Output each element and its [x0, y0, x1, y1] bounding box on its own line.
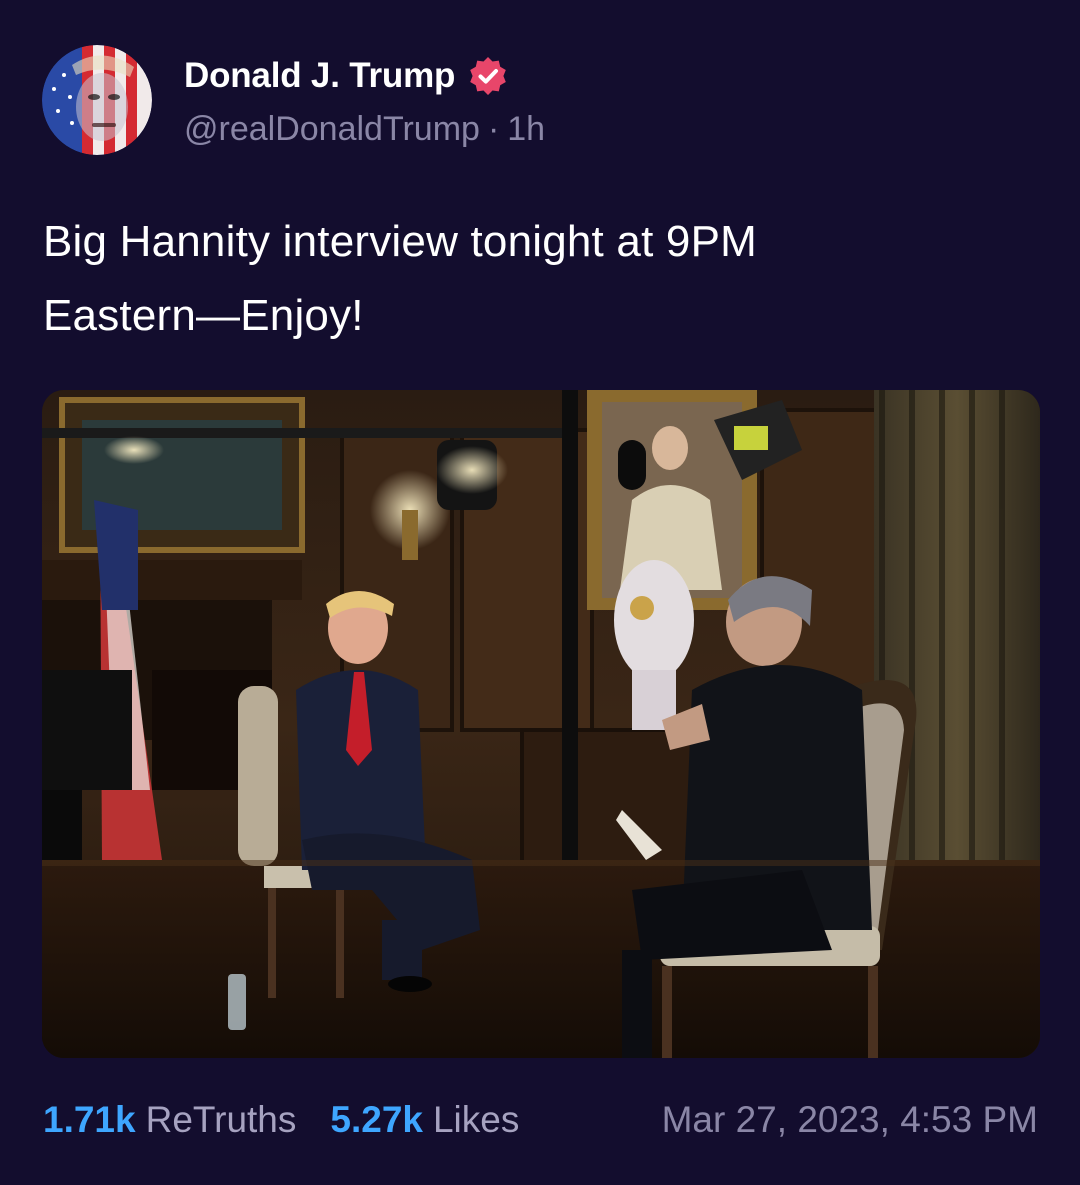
flag-portrait-avatar-icon	[42, 45, 152, 155]
likes-stat[interactable]: 5.27k Likes	[330, 1099, 519, 1141]
retruths-label: ReTruths	[145, 1099, 297, 1140]
truth-post: Donald J. Trump @realDonaldTrump · 1h Bi…	[0, 0, 1080, 1185]
post-text-line-1: Big Hannity interview tonight at 9PM	[43, 217, 757, 266]
post-photo[interactable]	[42, 390, 1040, 1058]
engagement-stats: 1.71k ReTruths 5.27k Likes	[43, 1094, 519, 1146]
verified-badge-icon	[470, 57, 507, 95]
interview-photo-image	[42, 390, 1040, 1058]
post-text-line-2: Eastern—Enjoy!	[43, 291, 364, 340]
author-avatar[interactable]	[42, 45, 152, 155]
retruths-count: 1.71k	[43, 1099, 136, 1140]
retruths-stat[interactable]: 1.71k ReTruths	[43, 1099, 296, 1141]
meta-separator: ·	[487, 110, 500, 148]
author-handle[interactable]: @realDonaldTrump	[184, 110, 480, 149]
likes-label: Likes	[432, 1099, 520, 1140]
author-name-row: Donald J. Trump	[184, 52, 509, 100]
relative-time[interactable]: 1h	[507, 110, 545, 149]
author-display-name[interactable]: Donald J. Trump	[184, 56, 455, 96]
post-timestamp: Mar 27, 2023, 4:53 PM	[661, 1099, 1038, 1140]
likes-count: 5.27k	[330, 1099, 423, 1140]
post-text: Big Hannity interview tonight at 9PM Eas…	[43, 205, 1043, 353]
author-meta-row: @realDonaldTrump · 1h	[184, 110, 545, 149]
